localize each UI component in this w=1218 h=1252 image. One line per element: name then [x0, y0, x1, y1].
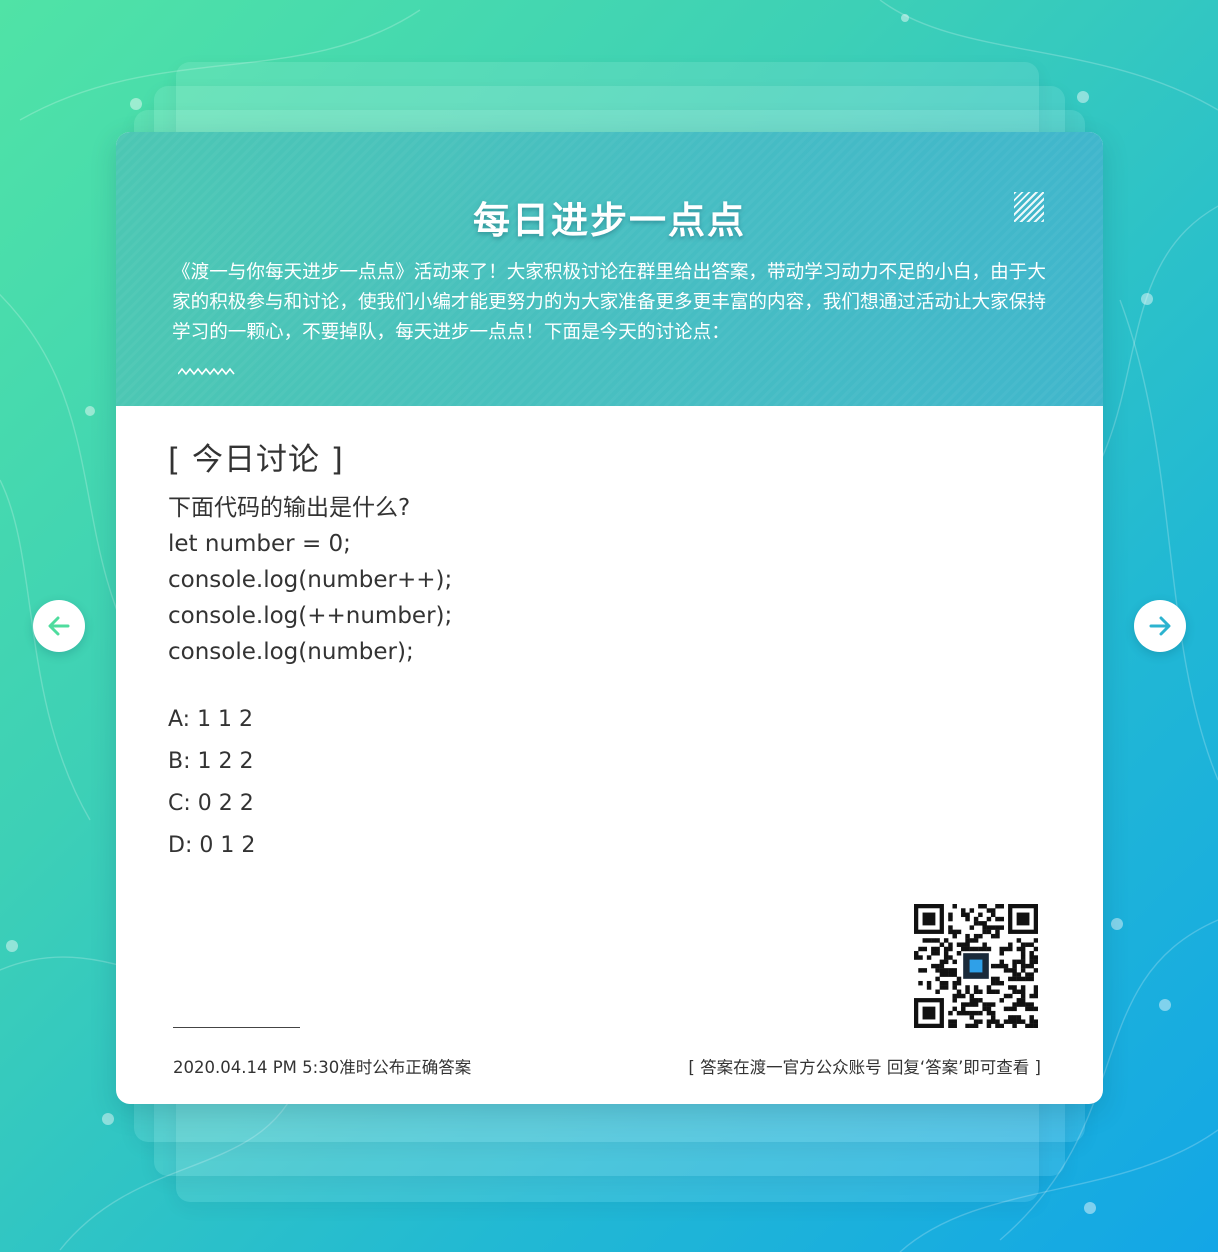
zigzag-decoration-icon — [178, 367, 235, 376]
option-d: D: 0 1 2 — [168, 833, 256, 858]
option-b: B: 1 2 2 — [168, 749, 254, 774]
answer-options: A: 1 1 2 B: 1 2 2 C: 0 2 2 D: 0 1 2 — [168, 702, 255, 870]
section-heading: [ 今日讨论 ] — [168, 442, 344, 478]
code-line: let number = 0; — [168, 531, 351, 557]
discussion-card: 每日进步一点点 《渡一与你每天进步一点点》活动来了！大家积极讨论在群里给出答案，… — [116, 132, 1103, 1104]
qr-code-icon — [914, 904, 1038, 1028]
option-c: C: 0 2 2 — [168, 791, 254, 816]
intro-text: 《渡一与你每天进步一点点》活动来了！大家积极讨论在群里给出答案，带动学习动力不足… — [172, 262, 1046, 343]
answer-hint: [ 答案在渡一官方公众账号 回复‘答案’即可查看 ] — [688, 1058, 1041, 1077]
page-title: 每日进步一点点 — [473, 199, 746, 242]
card-header: 每日进步一点点 《渡一与你每天进步一点点》活动来了！大家积极讨论在群里给出答案，… — [116, 132, 1103, 406]
code-line: console.log(number); — [168, 639, 414, 665]
code-line: console.log(number++); — [168, 567, 453, 593]
publish-note: 2020.04.14 PM 5:30准时公布正确答案 — [173, 1058, 472, 1077]
arrow-left-icon — [48, 616, 70, 636]
next-button[interactable] — [1134, 600, 1186, 652]
question-block: 下面代码的输出是什么? let number = 0; console.log(… — [168, 490, 452, 670]
arrow-right-icon — [1149, 616, 1171, 636]
footer-divider — [173, 1027, 300, 1028]
prev-button[interactable] — [33, 600, 85, 652]
option-a: A: 1 1 2 — [168, 707, 254, 732]
code-line: console.log(++number); — [168, 603, 453, 629]
question-line: 下面代码的输出是什么? — [168, 495, 411, 521]
